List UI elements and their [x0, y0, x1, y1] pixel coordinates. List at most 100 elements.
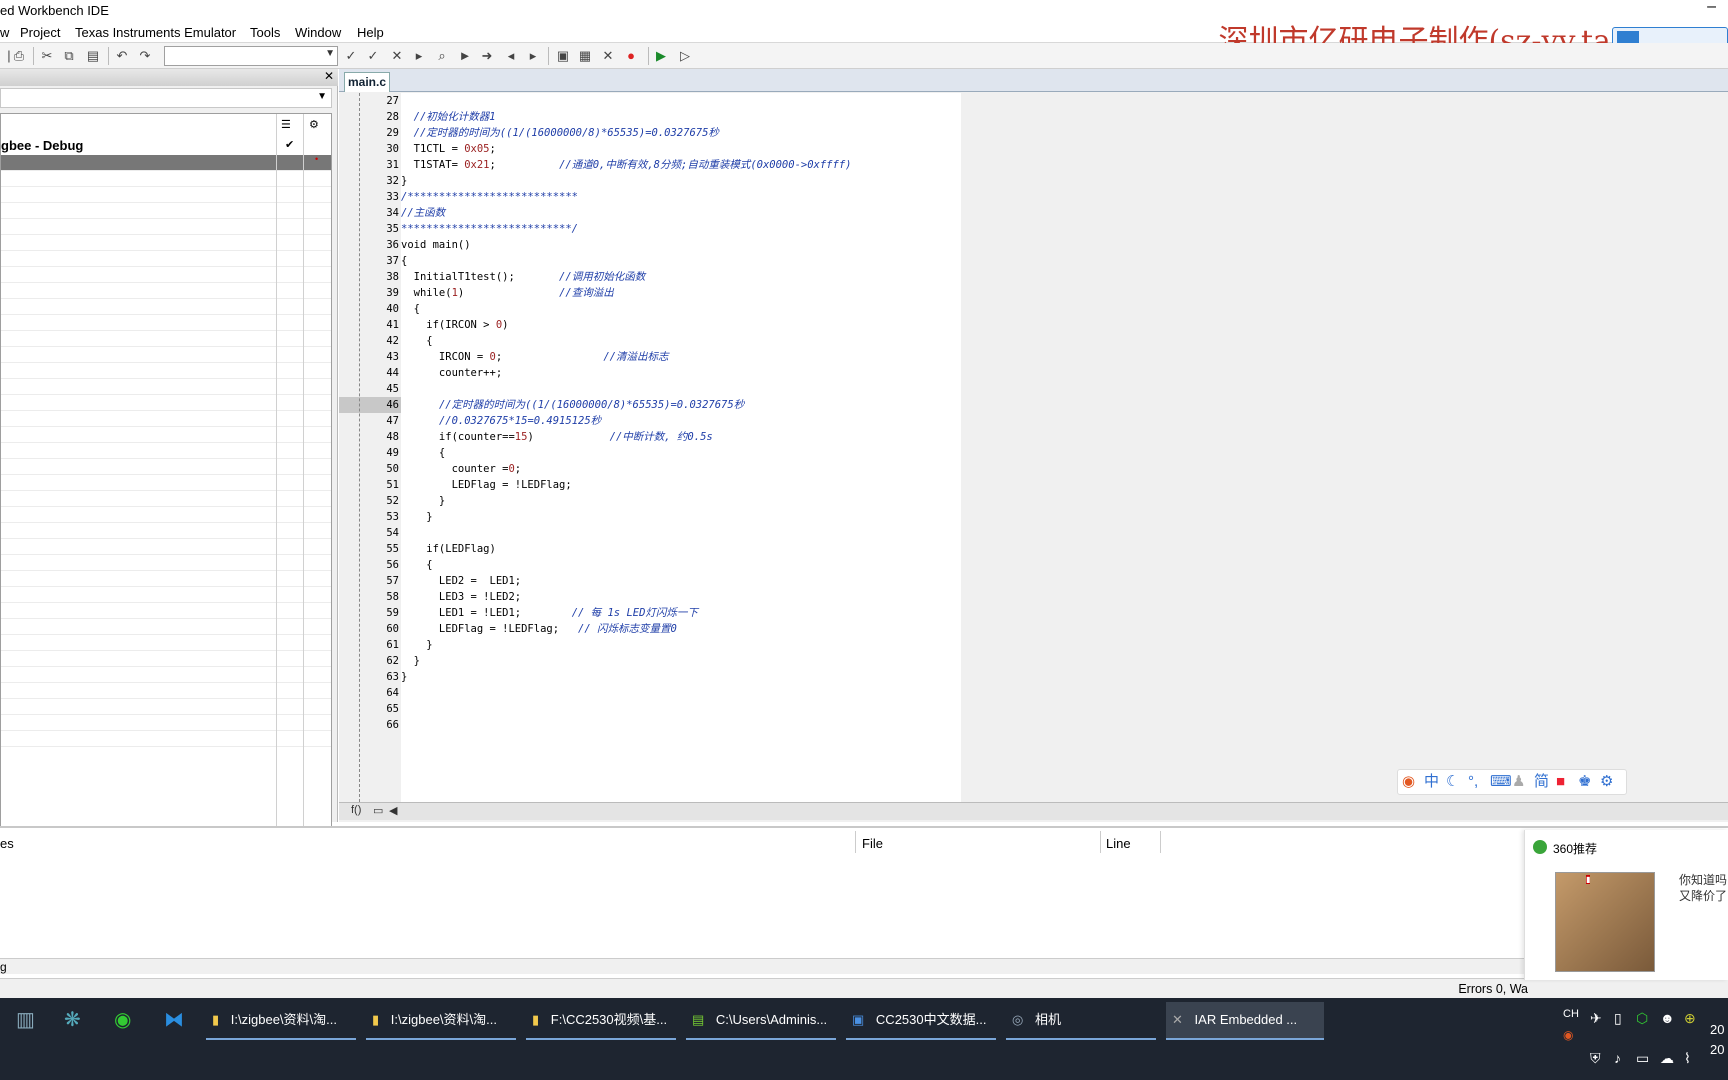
debug-without-download-icon[interactable]: ▷	[676, 47, 694, 65]
function-icon[interactable]: f()	[351, 804, 361, 816]
find-combo[interactable]: ▼	[164, 46, 338, 66]
tree-row[interactable]	[1, 267, 331, 283]
code-line[interactable]: {	[401, 253, 407, 269]
tree-row[interactable]	[1, 731, 331, 747]
taskbar-item-explorer[interactable]: ▤ C:\Users\Adminis...	[686, 1002, 836, 1040]
make-icon[interactable]: ✓	[364, 47, 382, 65]
code-line[interactable]: while(1) //查询溢出	[401, 285, 614, 301]
code-line[interactable]: if(LEDFlag)	[401, 541, 496, 557]
sogou-tray-icon[interactable]: ◉	[1563, 1028, 1573, 1042]
tree-row[interactable]	[1, 427, 331, 443]
network-tray-icon[interactable]: ⌇	[1684, 1050, 1691, 1067]
taskbar-item-iar[interactable]: ✕ IAR Embedded ...	[1166, 1002, 1324, 1040]
volume-icon[interactable]: ♪	[1614, 1050, 1621, 1066]
code-line[interactable]: T1STAT= 0x21; //通道0,中断有效,8分频;自动重装模式(0x00…	[401, 157, 852, 173]
code-line[interactable]: //初始化计数器1	[401, 109, 496, 125]
network-icon[interactable]: ❋	[64, 1008, 88, 1032]
taskbar-item-camera[interactable]: ◎ 相机	[1006, 1002, 1156, 1040]
skin-icon[interactable]: ♚	[1578, 773, 1591, 791]
code-line[interactable]: //主函数	[401, 205, 445, 221]
sogou-icon[interactable]: ◉	[1402, 773, 1415, 791]
menu-project[interactable]: Project	[20, 25, 60, 40]
tab-main-c[interactable]: main.c	[344, 72, 390, 92]
tree-row[interactable]	[1, 411, 331, 427]
tree-row[interactable]	[1, 539, 331, 555]
next-bookmark-icon[interactable]: ▦	[576, 47, 594, 65]
file-column[interactable]: File	[862, 836, 883, 851]
navigate-back-icon[interactable]: ◂	[502, 47, 520, 65]
stop-build-icon[interactable]: ✕	[388, 47, 406, 65]
code-line[interactable]: }	[401, 669, 407, 685]
shield-icon[interactable]: ⬡	[1636, 1010, 1648, 1027]
scroll-left-icon[interactable]: ◀	[389, 804, 397, 817]
print-icon[interactable]: ⎙	[10, 47, 28, 65]
navigate-forward-icon[interactable]: ▸	[524, 47, 542, 65]
breakpoint-icon[interactable]: ●	[622, 47, 640, 65]
code-line[interactable]: }	[401, 653, 420, 669]
code-line[interactable]: {	[401, 445, 445, 461]
tree-row[interactable]	[1, 251, 331, 267]
tree-row[interactable]	[1, 379, 331, 395]
qq-icon[interactable]: ☻	[1660, 1010, 1675, 1026]
taskbar-item-folder2[interactable]: ▮ I:\zigbee\资料\淘...	[366, 1002, 516, 1040]
product-image[interactable]: ▮	[1555, 872, 1655, 972]
tree-row[interactable]	[1, 523, 331, 539]
code-line[interactable]: void main()	[401, 237, 471, 253]
redo-icon[interactable]: ↷	[136, 47, 154, 65]
horizontal-scrollbar[interactable]: f() ▭ ◀	[339, 802, 1728, 820]
cloud-icon[interactable]: ☁	[1660, 1050, 1674, 1067]
ime-lang[interactable]: 中	[1424, 773, 1439, 791]
ime-simplified[interactable]: 简	[1534, 773, 1549, 791]
taskbar-item-datasheet[interactable]: ▣ CC2530中文数据...	[846, 1002, 996, 1040]
tree-row[interactable]	[1, 715, 331, 731]
close-icon[interactable]: ✕	[324, 69, 334, 83]
tree-row[interactable]	[1, 219, 331, 235]
code-line[interactable]: ***************************/	[401, 221, 578, 237]
paste-icon[interactable]: ▤	[84, 47, 102, 65]
tree-row[interactable]	[1, 571, 331, 587]
tree-row[interactable]	[1, 171, 331, 187]
tree-row[interactable]	[1, 235, 331, 251]
menu-help[interactable]: Help	[357, 25, 384, 40]
code-line[interactable]: IRCON = 0; //清溢出标志	[401, 349, 669, 365]
clock-line2[interactable]: 20	[1710, 1042, 1724, 1057]
lang-indicator[interactable]: CH	[1563, 1008, 1579, 1020]
menu-tools[interactable]: Tools	[250, 25, 280, 40]
building-icon[interactable]: ▥	[16, 1008, 40, 1032]
code-line[interactable]: LEDFlag = !LEDFlag; // 闪烁标志变量置0	[401, 621, 677, 637]
tree-row[interactable]	[1, 667, 331, 683]
compile-icon[interactable]: ✓	[342, 47, 360, 65]
code-line[interactable]: T1CTL = 0x05;	[401, 141, 496, 157]
add-icon[interactable]: ⊕	[1684, 1010, 1696, 1027]
tree-row[interactable]	[1, 475, 331, 491]
code-line[interactable]: {	[401, 301, 420, 317]
tree-row[interactable]	[1, 459, 331, 475]
tree-row[interactable]	[1, 587, 331, 603]
download-debug-icon[interactable]: ▶	[652, 47, 670, 65]
code-area[interactable]: //初始化计数器1 //定时器的时间为((1/(16000000/8)*6553…	[401, 93, 961, 802]
menu-view[interactable]: w	[0, 25, 9, 40]
options-icon[interactable]: ⚙	[309, 118, 319, 131]
security-icon[interactable]: ⛨	[1590, 1050, 1601, 1067]
tree-row[interactable]	[1, 315, 331, 331]
code-line[interactable]: LED2 = LED1;	[401, 573, 521, 589]
line-column[interactable]: Line	[1106, 836, 1131, 851]
code-line[interactable]: {	[401, 557, 432, 573]
refresh-icon[interactable]: ◉	[114, 1008, 138, 1032]
find-icon[interactable]: ⌕	[433, 47, 451, 65]
undo-icon[interactable]: ↶	[113, 47, 131, 65]
code-line[interactable]: }	[401, 493, 445, 509]
code-line[interactable]: //定时器的时间为((1/(16000000/8)*65535)=0.03276…	[401, 125, 719, 141]
tree-row[interactable]	[1, 299, 331, 315]
code-line[interactable]: /***************************	[401, 189, 578, 205]
project-node[interactable]: gbee - Debug	[1, 138, 83, 153]
tree-row[interactable]	[1, 347, 331, 363]
configuration-select[interactable]: ▼	[0, 88, 332, 108]
usb-icon[interactable]: ▯	[1614, 1010, 1622, 1027]
monitor-icon[interactable]: ▭	[1636, 1050, 1649, 1067]
tree-row[interactable]	[1, 491, 331, 507]
code-line[interactable]: LED3 = !LED2;	[401, 589, 521, 605]
split-icon[interactable]: ▭	[373, 804, 383, 817]
step-icon[interactable]: ➜	[478, 47, 496, 65]
code-line[interactable]: counter++;	[401, 365, 502, 381]
